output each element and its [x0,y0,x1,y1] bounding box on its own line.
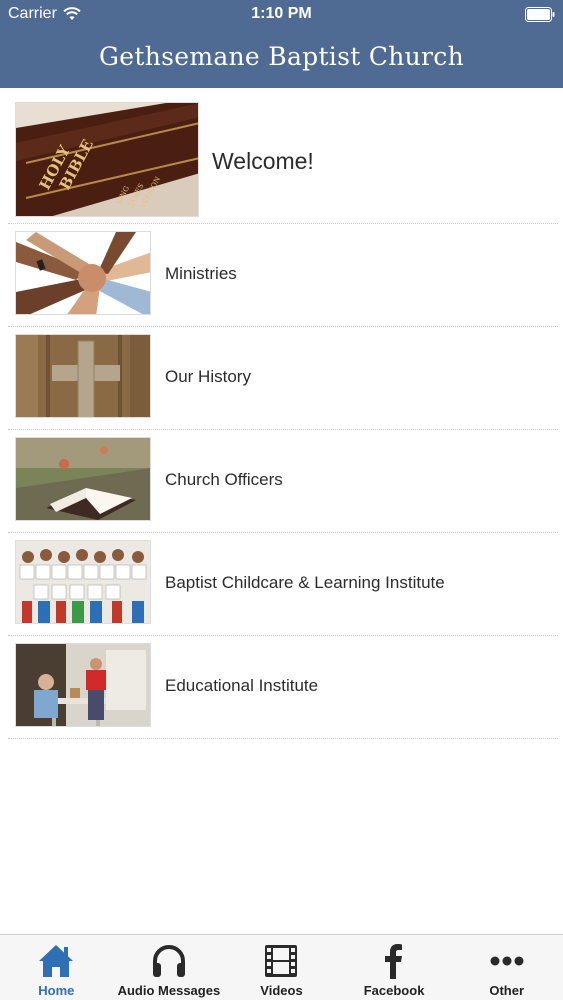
tab-label: Facebook [363,983,425,998]
list-item-label: Educational Institute [165,676,319,695]
facebook-icon [385,944,403,979]
list-item-church-officers[interactable]: Church Officers [8,430,558,533]
headphones-icon [152,945,185,977]
more-icon [490,956,524,966]
list-item-welcome[interactable]: HOLY BIBLE KING JAMES VERSION Welcome! [8,96,558,224]
tab-facebook[interactable]: Facebook [338,935,451,1000]
list-item-baptist-childcare[interactable]: Baptist Childcare & Learning Institute [8,533,558,636]
list-item-educational-institute[interactable]: Educational Institute [8,636,558,739]
cross-image [15,334,151,418]
list-item-our-history[interactable]: Our History [8,327,558,430]
classroom-image [15,643,151,727]
list-item-label: Welcome! [212,148,314,174]
tab-home[interactable]: Home [0,935,113,1000]
film-icon [265,945,298,977]
open-bible-image [15,437,151,521]
tab-label: Videos [260,983,303,998]
tab-audio-messages[interactable]: Audio Messages [113,935,226,1000]
list-item-label: Baptist Childcare & Learning Institute [165,573,445,592]
list-item-label: Ministries [165,264,237,283]
battery-icon [525,7,555,22]
menu-list: HOLY BIBLE KING JAMES VERSION Welcome! M… [8,96,558,739]
status-time: 1:10 PM [251,5,312,22]
tab-label: Audio Messages [117,983,221,998]
tab-other[interactable]: Other [450,935,563,1000]
status-bar: Carrier 1:10 PM [0,0,563,30]
tab-bar: Home Audio Messages Videos Facebook Othe… [0,934,563,1000]
holy-bible-image: HOLY BIBLE KING JAMES VERSION [15,102,199,217]
home-icon [39,945,74,977]
navigation-header: Carrier 1:10 PM Gethsemane Baptist Churc… [0,0,563,88]
list-item-label: Church Officers [165,470,283,489]
stacked-hands-image [15,231,151,315]
children-thank-you-image [15,540,151,624]
page-title: Gethsemane Baptist Church [98,42,465,71]
tab-label: Other [489,983,524,998]
list-item-label: Our History [165,367,251,386]
tab-label: Home [38,983,75,998]
tab-videos[interactable]: Videos [225,935,338,1000]
list-item-ministries[interactable]: Ministries [8,224,558,327]
